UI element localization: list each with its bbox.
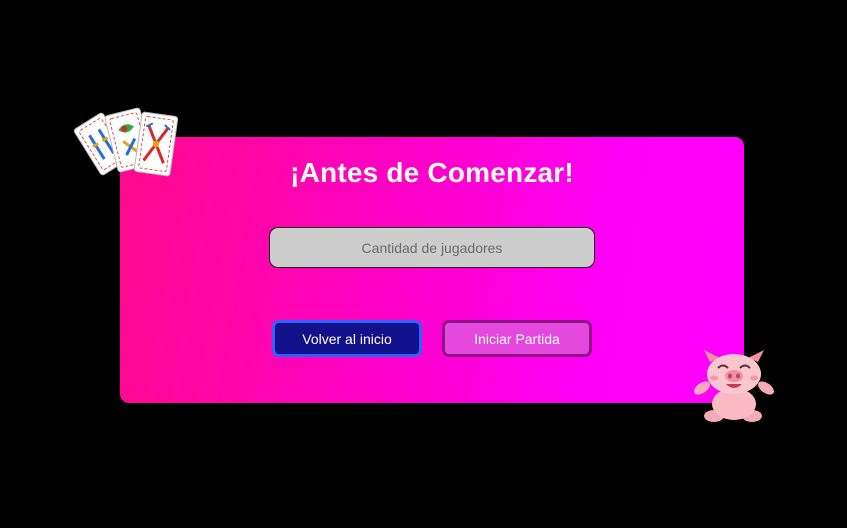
start-game-button[interactable]: Iniciar Partida [442,320,592,357]
happy-pig-icon [694,350,774,422]
players-count-input[interactable] [269,227,595,268]
panel-title: ¡Antes de Comenzar! [290,157,574,188]
back-to-home-button[interactable]: Volver al inicio [272,320,422,357]
setup-panel: ¡Antes de Comenzar! Volver al inicio Ini… [120,137,744,403]
spanish-playing-cards-icon [74,107,179,177]
page: ¡Antes de Comenzar! Volver al inicio Ini… [0,0,847,528]
